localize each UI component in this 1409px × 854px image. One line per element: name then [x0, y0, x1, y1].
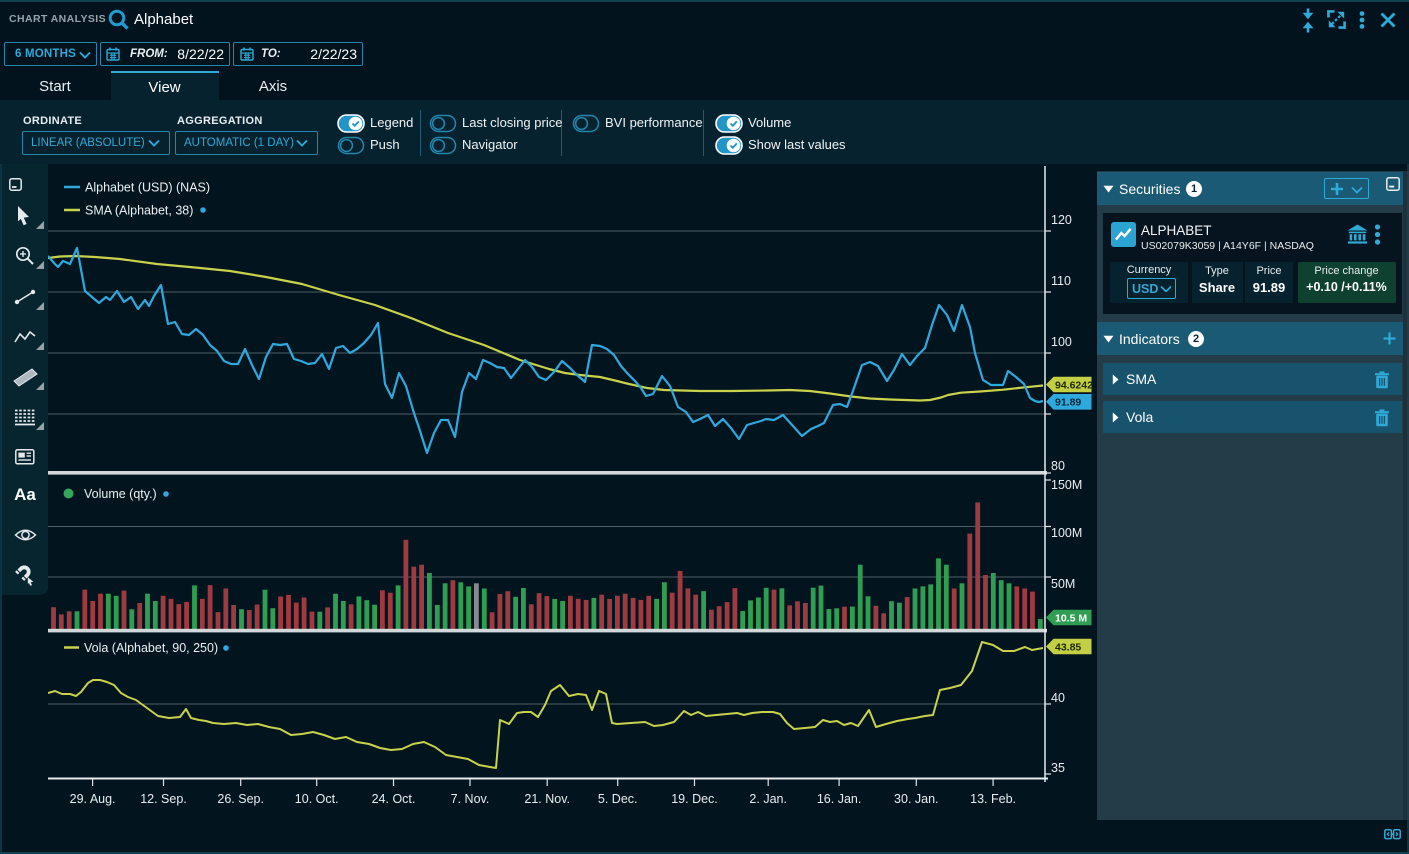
svg-text:100: 100: [1051, 335, 1072, 349]
svg-text:5. Dec.: 5. Dec.: [598, 792, 638, 806]
svg-text:30. Jan.: 30. Jan.: [894, 792, 938, 806]
svg-text:24. Oct.: 24. Oct.: [372, 792, 416, 806]
svg-text:91.89: 91.89: [1055, 397, 1081, 409]
svg-text:2. Jan.: 2. Jan.: [749, 792, 787, 806]
svg-text:150M: 150M: [1051, 478, 1082, 492]
svg-text:100M: 100M: [1051, 526, 1082, 540]
svg-text:12. Sep.: 12. Sep.: [140, 792, 187, 806]
svg-text:13. Feb.: 13. Feb.: [970, 792, 1016, 806]
svg-text:Vola (Alphabet, 90, 250): Vola (Alphabet, 90, 250): [84, 641, 218, 655]
svg-text:Volume (qty.): Volume (qty.): [84, 487, 157, 501]
svg-text:Alphabet (USD) (NAS): Alphabet (USD) (NAS): [85, 181, 210, 195]
svg-text:26. Sep.: 26. Sep.: [217, 792, 264, 806]
svg-text:10. Oct.: 10. Oct.: [295, 792, 339, 806]
svg-text:40: 40: [1051, 691, 1065, 705]
svg-text:16. Jan.: 16. Jan.: [817, 792, 861, 806]
svg-text:10.5 M: 10.5 M: [1055, 612, 1087, 624]
svg-text:43.85: 43.85: [1055, 641, 1081, 653]
svg-text:29. Aug.: 29. Aug.: [70, 792, 116, 806]
svg-text:80: 80: [1051, 459, 1065, 473]
svg-text:7. Nov.: 7. Nov.: [451, 792, 490, 806]
svg-text:35: 35: [1051, 761, 1065, 775]
svg-text:110: 110: [1051, 274, 1071, 288]
svg-text:21. Nov.: 21. Nov.: [524, 792, 570, 806]
svg-text:120: 120: [1051, 213, 1072, 227]
svg-text:19. Dec.: 19. Dec.: [671, 792, 718, 806]
svg-text:94.6242: 94.6242: [1055, 379, 1093, 391]
svg-text:SMA (Alphabet, 38): SMA (Alphabet, 38): [85, 204, 193, 218]
svg-text:50M: 50M: [1051, 577, 1075, 591]
